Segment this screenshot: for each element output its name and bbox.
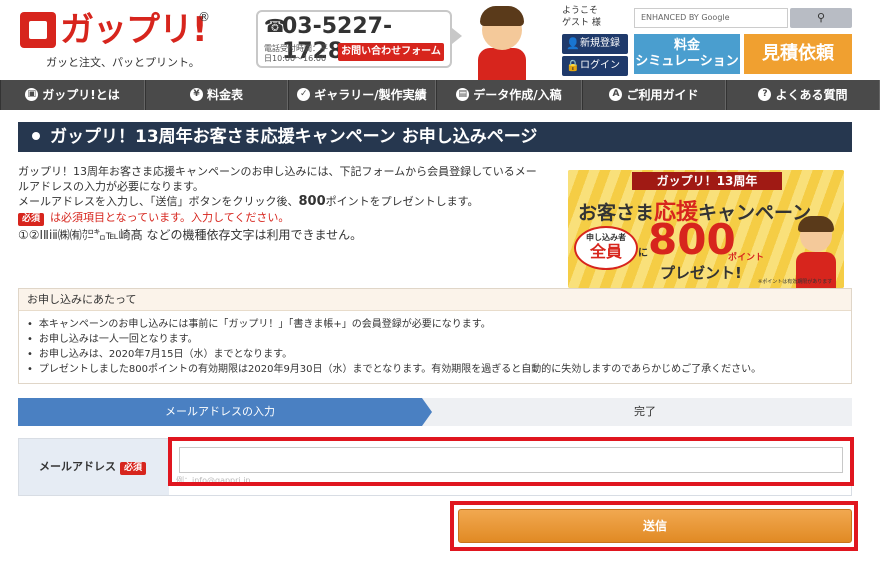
- progress-steps: メールアドレスの入力 完了: [18, 398, 852, 426]
- notice-item: お申し込みは一人一回となります。: [27, 332, 851, 347]
- intro-points: 800: [298, 194, 326, 209]
- login-label: ログイン: [580, 60, 620, 71]
- lock-icon: 🔒: [566, 59, 580, 72]
- nav-label: 料金表: [206, 88, 243, 102]
- site-header: ガップリ! ® ガッと注文、パッとプリント。 ☎ 03-5227-1728 電話…: [0, 0, 880, 80]
- notice-item: プレゼントしました800ポイントの有効期限は2020年9月30日（水）までとなり…: [27, 362, 851, 377]
- price-btn-line1: 料金: [673, 38, 700, 53]
- guide-icon: A: [609, 88, 623, 101]
- question-icon: ?: [758, 88, 772, 101]
- intro-line: メールアドレスを入力し、「送信」ボタンをクリック後、800ポイントをプレゼントし…: [18, 194, 538, 209]
- banner-present: プレゼント!: [660, 264, 742, 282]
- intro-line: ガップリ！13周年お客さま応援キャンペーンのお申し込みには、下記フォームから会員…: [18, 165, 537, 178]
- campaign-banner: ガップリ！13周年 お客さま応援キャンペーン 申し込み者 全員 に 800 ポイ…: [568, 170, 844, 288]
- notice-list: 本キャンペーンのお申し込みには事前に「ガップリ！」「書きま帳+」の会員登録が必要…: [19, 311, 851, 377]
- banner-headline-part: お客さま: [578, 202, 655, 224]
- phone-hours: 電話受付時間：平日10:00〜16:00: [264, 44, 328, 63]
- check-icon: ✓: [297, 88, 311, 101]
- logo-text: ガップリ!: [60, 10, 208, 50]
- nav-item-about[interactable]: ▣ ガップリ!とは: [0, 80, 145, 110]
- phone-box-tail: [452, 28, 462, 44]
- step-arrow: [422, 398, 432, 426]
- nav-item-guide[interactable]: A ご利用ガイド: [582, 80, 726, 110]
- notice-item: 本キャンペーンのお申し込みには事前に「ガップリ！」「書きま帳+」の会員登録が必要…: [27, 317, 851, 332]
- search-icon: ⚲: [816, 11, 826, 24]
- yen-icon: ¥: [189, 88, 203, 101]
- dependent-chars-note: ①②ⅠⅡⅰⅱ㈱㈲㌍㌔℡崎髙 などの機種依存文字は利用できません。: [18, 228, 363, 242]
- bullet-icon: [32, 132, 40, 140]
- page-title: ガップリ！13周年お客さま応援キャンペーン お申し込みページ: [18, 122, 852, 152]
- email-highlight-frame: [168, 437, 854, 486]
- banner-amount: 800: [648, 215, 736, 264]
- logo-mark-icon: [20, 12, 56, 48]
- document-icon: ▤: [456, 88, 470, 101]
- search-placeholder: ENHANCED BY Google: [641, 13, 730, 22]
- register-button[interactable]: 👤 新規登録: [562, 34, 628, 54]
- price-btn-line2: シミュレーション: [635, 54, 739, 69]
- required-note-text: は必須項目となっています。入力してください。: [50, 211, 290, 224]
- intro-text-part: メールアドレスを入力し、「送信」ボタンをクリック後、: [18, 195, 299, 208]
- nav-item-faq[interactable]: ? よくある質問: [726, 80, 880, 110]
- nav-label: よくある質問: [775, 88, 848, 102]
- banner-ni: に: [638, 248, 648, 259]
- banner-ribbon: ガップリ！13周年: [632, 172, 782, 190]
- banner-circle: 申し込み者 全員: [574, 226, 638, 270]
- search-button[interactable]: ⚲: [790, 8, 852, 28]
- intro-line: ルアドレスの入力が必要になります。: [18, 180, 204, 193]
- phone-contact-box: ☎ 03-5227-1728 電話受付時間：平日10:00〜16:00 お問い合…: [256, 10, 452, 68]
- notice-heading: お申し込みにあたって: [19, 289, 851, 311]
- page-title-text: ガップリ！13周年お客さま応援キャンペーン お申し込みページ: [50, 127, 538, 147]
- nav-item-price[interactable]: ¥ 料金表: [145, 80, 288, 110]
- welcome-line: ようこそ: [562, 6, 599, 16]
- banner-circle-big: 全員: [589, 242, 622, 261]
- nav-item-data[interactable]: ▤ データ作成/入稿: [436, 80, 582, 110]
- email-label: メールアドレス 必須: [19, 439, 169, 495]
- nav-label: データ作成/入稿: [473, 88, 562, 102]
- search-input[interactable]: ENHANCED BY Google: [634, 8, 788, 28]
- step-complete: 完了: [634, 405, 656, 418]
- user-icon: 👤: [566, 37, 580, 50]
- intro-text-part: ポイントをプレゼントします。: [325, 195, 479, 208]
- required-badge: 必須: [120, 462, 147, 475]
- nav-label: ギャラリー/製作実績: [314, 88, 427, 102]
- register-label: 新規登録: [580, 38, 620, 49]
- nav-label: ガップリ!とは: [42, 88, 120, 102]
- price-simulation-button[interactable]: 料金 シミュレーション: [634, 34, 740, 74]
- welcome-text: ようこそ ゲスト 様: [562, 5, 601, 29]
- email-label-text: メールアドレス: [39, 460, 116, 473]
- quote-request-button[interactable]: 見積依頼: [744, 34, 852, 74]
- logo-registered-mark: ®: [198, 10, 210, 24]
- nav-item-gallery[interactable]: ✓ ギャラリー/製作実績: [288, 80, 436, 110]
- required-note: 必須 は必須項目となっています。入力してください。: [18, 210, 538, 226]
- banner-circle-top: 申し込み者: [586, 233, 626, 242]
- intro-text: ガップリ！13周年お客さま応援キャンペーンのお申し込みには、下記フォームから会員…: [18, 164, 538, 243]
- notice-box: お申し込みにあたって 本キャンペーンのお申し込みには事前に「ガップリ！」「書きま…: [18, 288, 852, 384]
- required-badge: 必須: [18, 213, 45, 226]
- main-nav: ▣ ガップリ!とは ¥ 料金表 ✓ ギャラリー/製作実績 ▤ データ作成/入稿 A ご利用…: [0, 80, 880, 110]
- mascot-image: [472, 4, 532, 80]
- about-icon: ▣: [25, 88, 39, 101]
- contact-form-button[interactable]: お問い合わせフォーム: [338, 43, 444, 61]
- guest-name: ゲスト 様: [562, 18, 601, 28]
- notice-item: お申し込みは、2020年7月15日（水）までとなります。: [27, 347, 851, 362]
- site-logo[interactable]: ガップリ! ® ガッと注文、パッとプリント。: [20, 10, 220, 70]
- banner-note: ※ポイントは有効期限があります: [758, 279, 833, 285]
- step-email-input: メールアドレスの入力: [18, 398, 422, 426]
- submit-highlight-frame: [450, 501, 858, 551]
- login-button[interactable]: 🔒 ログイン: [562, 56, 628, 76]
- logo-tagline: ガッと注文、パッとプリント。: [46, 56, 200, 69]
- nav-label: ご利用ガイド: [626, 88, 699, 102]
